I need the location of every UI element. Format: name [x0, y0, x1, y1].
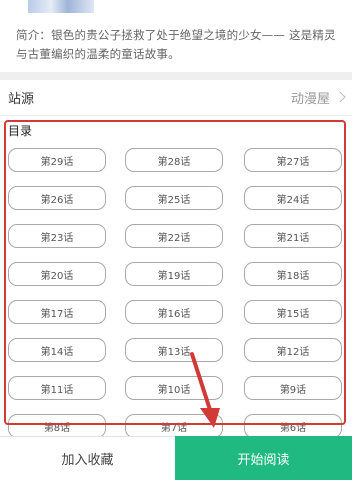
chapter-button[interactable]: 第7话: [125, 414, 223, 438]
chapter-button[interactable]: 第23话: [8, 224, 106, 248]
source-value: 动漫屋: [290, 92, 330, 107]
chapter-button[interactable]: 第22话: [125, 224, 223, 248]
chapter-button[interactable]: 第24话: [244, 186, 342, 210]
chapter-button[interactable]: 第16话: [125, 300, 223, 324]
chapter-button[interactable]: 第25话: [125, 186, 223, 210]
chapter-button[interactable]: 第29话: [8, 148, 106, 172]
chapter-button[interactable]: 第15话: [244, 300, 342, 324]
section-divider: [0, 72, 352, 80]
chapter-button[interactable]: 第17话: [8, 300, 106, 324]
chapter-button[interactable]: 第20话: [8, 262, 106, 286]
chapter-button[interactable]: 第6话: [244, 414, 342, 438]
cover-thumbnail[interactable]: [28, 0, 94, 13]
chapter-button[interactable]: 第21话: [244, 224, 342, 248]
chapter-button[interactable]: 第8话: [8, 414, 106, 438]
chapter-button[interactable]: 第9话: [244, 376, 342, 400]
chapter-button[interactable]: 第18话: [244, 262, 342, 286]
catalog-section: 目录 第29话 第28话 第27话 第26话 第25话 第24话 第23话 第2…: [0, 118, 352, 444]
cover-strip: [0, 0, 352, 14]
source-row[interactable]: 站源 动漫屋: [0, 80, 352, 116]
chapter-button[interactable]: 第10话: [125, 376, 223, 400]
intro-text: 简介：银色的贵公子拯救了处于绝望之境的少女—— 这是精灵与古董编织的温柔的童话故…: [16, 28, 336, 61]
chapter-button[interactable]: 第28话: [125, 148, 223, 172]
start-reading-button[interactable]: 开始阅读: [175, 436, 352, 480]
chapter-button[interactable]: 第26话: [8, 186, 106, 210]
chapter-button[interactable]: 第13话: [125, 338, 223, 362]
chapter-button[interactable]: 第12话: [244, 338, 342, 362]
catalog-title: 目录: [8, 124, 33, 138]
source-label: 站源: [8, 92, 35, 107]
add-favorite-button[interactable]: 加入收藏: [0, 436, 175, 480]
chapter-button[interactable]: 第14话: [8, 338, 106, 362]
chapter-button[interactable]: 第19话: [125, 262, 223, 286]
chevron-right-icon: [334, 91, 346, 103]
chapter-button[interactable]: 第11话: [8, 376, 106, 400]
bottom-action-bar: 加入收藏 开始阅读: [0, 436, 352, 480]
chapter-button[interactable]: 第27话: [244, 148, 342, 172]
